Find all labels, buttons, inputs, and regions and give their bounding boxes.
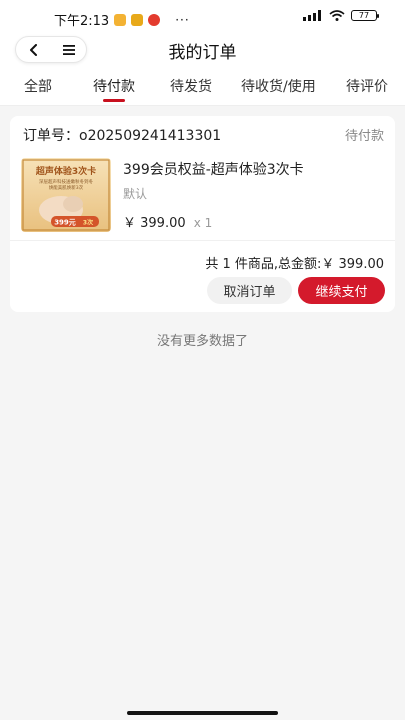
product-price: ￥ 399.00 bbox=[123, 216, 186, 231]
home-indicator[interactable] bbox=[127, 711, 278, 715]
tab-all[interactable]: 全部 bbox=[24, 76, 52, 96]
status-left: 下午2:13 ··· bbox=[54, 10, 190, 30]
no-more-data-text: 没有更多数据了 bbox=[156, 334, 248, 349]
product-image: 超声体验3次卡 深层超声科技送嫩秋冬到冬 焕能美肌焕新3次 399元 3次 bbox=[21, 158, 111, 232]
tab-pending-payment[interactable]: 待付款 bbox=[93, 76, 135, 96]
signal-icon bbox=[303, 10, 321, 21]
continue-payment-button[interactable]: 继续支付 bbox=[298, 277, 385, 304]
status-bar: 下午2:13 ··· 77 bbox=[0, 0, 405, 34]
thumb-badge-count: 3次 bbox=[83, 219, 93, 227]
card-divider bbox=[10, 240, 395, 241]
weibo-icon bbox=[148, 13, 161, 26]
product-spec: 默认 bbox=[123, 187, 148, 201]
cancel-order-button[interactable]: 取消订单 bbox=[207, 277, 292, 304]
battery-icon: 77 bbox=[351, 10, 379, 21]
thumb-title: 超声体验3次卡 bbox=[35, 165, 96, 177]
thumb-subtitle-1: 深层超声科技送嫩秋冬到冬 bbox=[39, 178, 93, 185]
nav-bar: 我的订单 bbox=[0, 34, 405, 64]
order-number: 订单号：o202509241413301 bbox=[23, 128, 222, 144]
wifi-icon bbox=[329, 10, 345, 21]
app-notification-icon bbox=[131, 13, 144, 26]
status-right: 77 bbox=[303, 10, 379, 21]
order-total: 共 1 件商品,总金额:￥ 399.00 bbox=[205, 257, 384, 272]
app-notification-icon bbox=[114, 13, 127, 26]
page-title: 我的订单 bbox=[168, 43, 237, 63]
tab-pending-review[interactable]: 待评价 bbox=[346, 76, 388, 96]
order-status: 待付款 bbox=[344, 129, 384, 144]
thumb-badge: 399元 bbox=[54, 219, 76, 227]
top-area: 下午2:13 ··· 77 我的订单 全部 待付款 待发货 待收货/使用 待评价 bbox=[0, 0, 405, 106]
product-quantity: x 1 bbox=[193, 216, 213, 230]
order-card[interactable]: 订单号：o202509241413301 待付款 超声体验3次卡 深层超声科技送… bbox=[10, 116, 395, 312]
product-thumbnail[interactable]: 超声体验3次卡 深层超声科技送嫩秋冬到冬 焕能美肌焕新3次 399元 3次 bbox=[21, 158, 111, 232]
product-title[interactable]: 399会员权益-超声体验3次卡 bbox=[123, 159, 304, 179]
tab-pending-shipment[interactable]: 待发货 bbox=[170, 76, 212, 96]
tab-pending-receipt[interactable]: 待收货/使用 bbox=[241, 76, 316, 96]
active-tab-indicator bbox=[103, 99, 125, 102]
more-notifications-icon: ··· bbox=[175, 12, 190, 27]
status-time: 下午2:13 bbox=[54, 14, 110, 29]
thumb-subtitle-2: 焕能美肌焕新3次 bbox=[49, 184, 84, 191]
order-tabs: 全部 待付款 待发货 待收货/使用 待评价 bbox=[0, 64, 405, 106]
product-price-row: ￥ 399.00 x 1 bbox=[123, 212, 212, 231]
